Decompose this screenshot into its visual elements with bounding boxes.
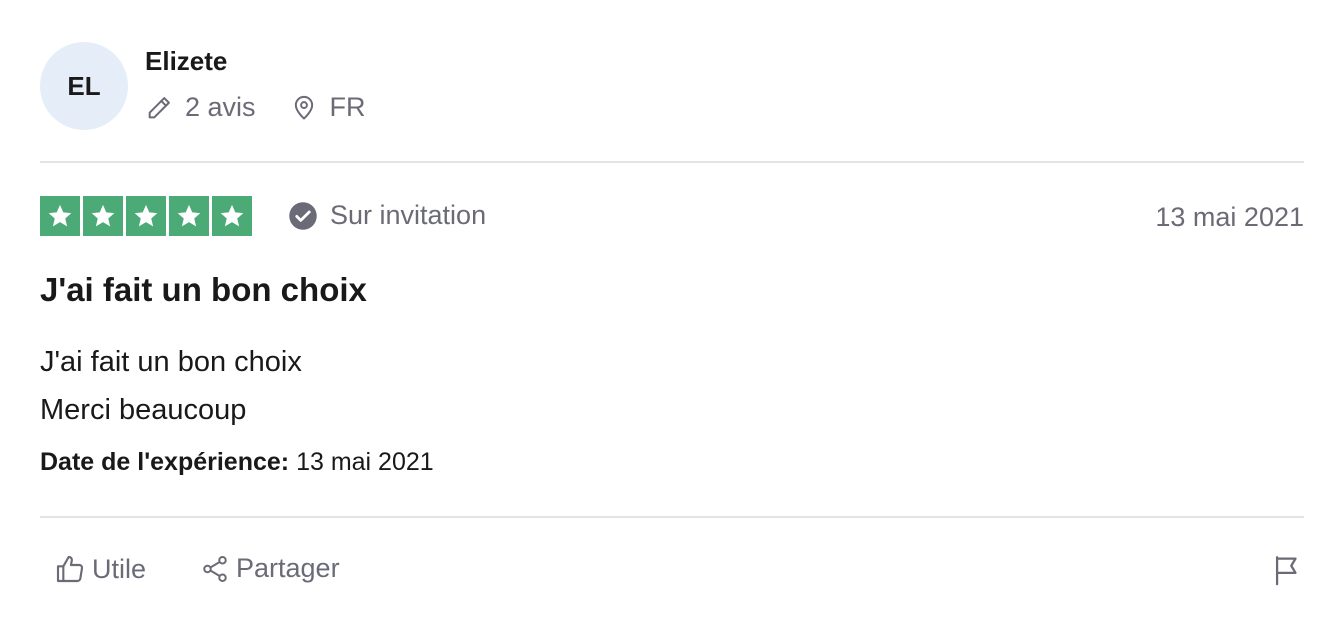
star-icon [169, 196, 209, 236]
review-body-line: Merci beaucoup [40, 394, 247, 426]
star-icon [126, 196, 166, 236]
review-body: J'ai fait un bon choix Merci beaucoup [40, 338, 302, 434]
verification-badge[interactable]: Sur invitation [288, 200, 486, 231]
check-circle-icon [289, 201, 317, 230]
pencil-icon [148, 96, 170, 118]
review-actions: Utile Partager [54, 553, 1304, 593]
divider [40, 161, 1304, 163]
review-title[interactable]: J'ai fait un bon choix [40, 271, 367, 309]
experience-date: Date de l'expérience: 13 mai 2021 [40, 448, 434, 477]
share-icon [203, 555, 227, 582]
country-label: FR [329, 92, 366, 122]
star-rating [40, 196, 255, 236]
experience-date-label: Date de l'expérience: [40, 448, 290, 476]
reviewer-name[interactable]: Elizete [145, 46, 227, 77]
review-date: 13 mai 2021 [1155, 202, 1304, 232]
divider [40, 516, 1304, 518]
reviews-count-label: 2 avis [185, 92, 256, 122]
share-button[interactable]: Partager [200, 553, 340, 584]
location-pin-icon [294, 95, 313, 119]
star-icon [83, 196, 123, 236]
review-body-line: J'ai fait un bon choix [40, 346, 302, 378]
flag-icon [1275, 556, 1297, 586]
reviews-count: 2 avis [145, 92, 256, 123]
reviewer-meta: 2 avis FR [145, 92, 366, 123]
reviewer-country: FR [290, 92, 366, 123]
rating-row: Sur invitation 13 mai 2021 [40, 196, 1304, 238]
star-icon [212, 196, 252, 236]
avatar-initials: EL [67, 70, 101, 101]
thumbs-up-icon [56, 555, 84, 583]
verification-label: Sur invitation [330, 200, 487, 230]
report-button[interactable] [1270, 553, 1304, 592]
star-icon [40, 196, 80, 236]
useful-button[interactable]: Utile [54, 553, 146, 585]
share-label: Partager [236, 553, 340, 583]
review-card: EL Elizete 2 avis FR Sur invitation 13 m… [40, 0, 1304, 626]
experience-date-value: 13 mai 2021 [296, 448, 434, 476]
avatar[interactable]: EL [40, 42, 128, 130]
useful-label: Utile [92, 553, 147, 584]
reviewer-header: EL Elizete 2 avis FR [40, 42, 1304, 132]
